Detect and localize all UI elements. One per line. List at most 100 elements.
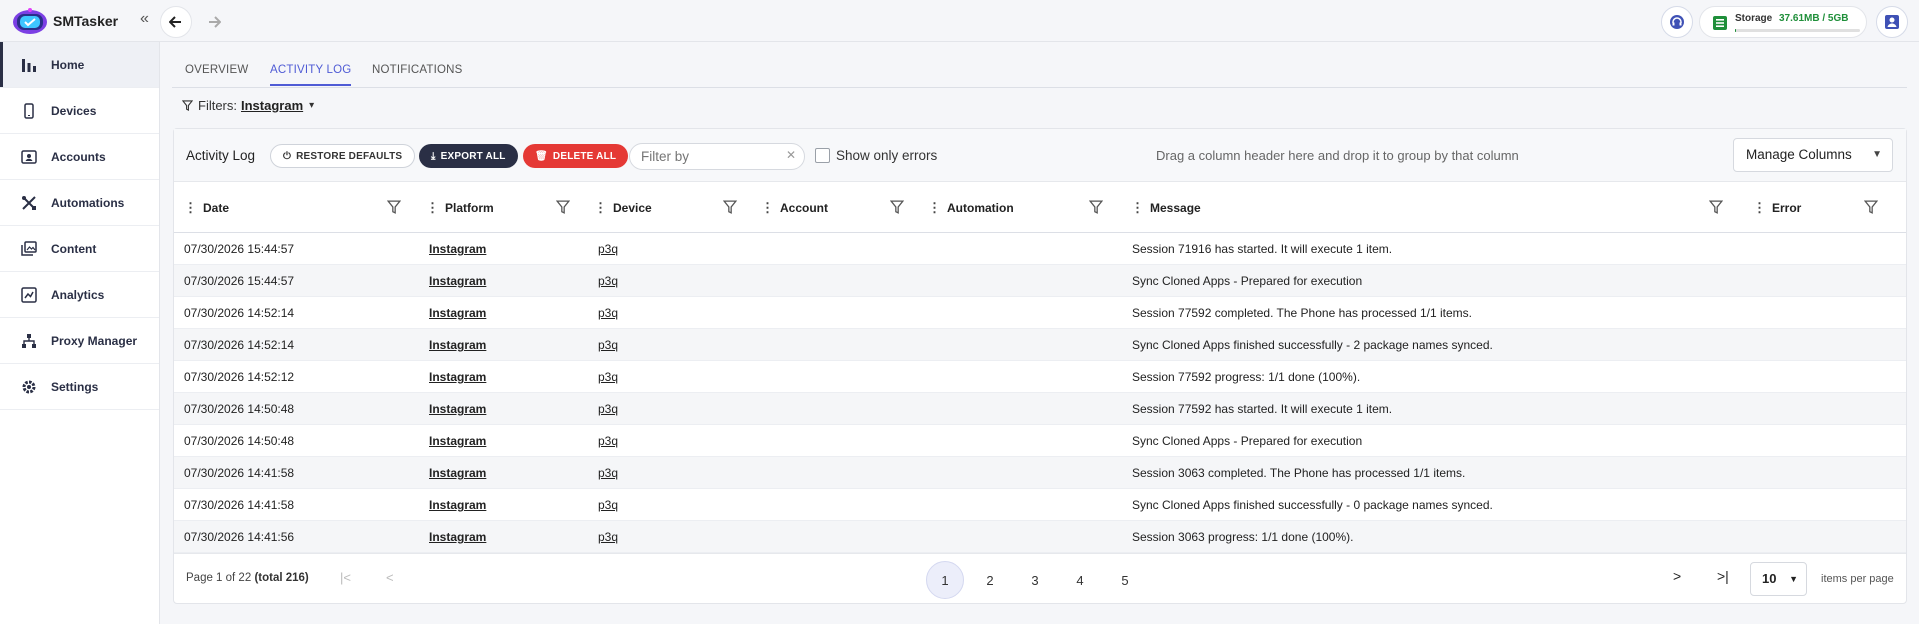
table-row[interactable]: 07/30/2026 14:41:58 Instagram p3q Sync C… <box>174 489 1906 521</box>
cell-device-link[interactable]: p3q <box>598 498 618 512</box>
table-row[interactable]: 07/30/2026 14:50:48 Instagram p3q Sessio… <box>174 393 1906 425</box>
filter-input[interactable] <box>629 143 805 170</box>
headset-icon <box>1670 15 1684 29</box>
table-row[interactable]: 07/30/2026 14:52:14 Instagram p3q Sync C… <box>174 329 1906 361</box>
sidebar-item-analytics[interactable]: Analytics <box>0 272 159 318</box>
column-menu-icon[interactable]: ⋮ <box>761 200 774 216</box>
column-header-account[interactable]: ⋮ Account <box>761 182 828 233</box>
tab-overview[interactable]: OVERVIEW <box>185 64 248 76</box>
arrow-left-icon <box>169 16 181 28</box>
cell-device-link[interactable]: p3q <box>598 466 618 480</box>
chevron-down-icon[interactable]: ▾ <box>309 100 314 111</box>
cell-device-link[interactable]: p3q <box>598 242 618 256</box>
cell-date: 07/30/2026 14:41:56 <box>184 530 295 544</box>
column-menu-icon[interactable]: ⋮ <box>184 200 197 216</box>
cell-platform-link[interactable]: Instagram <box>429 498 486 512</box>
sidebar-item-settings[interactable]: Settings <box>0 364 159 410</box>
tab-notifications[interactable]: NOTIFICATIONS <box>372 64 463 76</box>
column-filter-icon[interactable] <box>1089 200 1103 214</box>
sidebar-item-home[interactable]: Home <box>0 42 159 88</box>
forward-button[interactable] <box>198 6 230 38</box>
clear-filter-icon[interactable]: ✕ <box>786 148 796 162</box>
app-logo[interactable]: SMTasker <box>12 7 118 35</box>
cell-platform-link[interactable]: Instagram <box>429 370 486 384</box>
show-only-errors-toggle[interactable]: Show only errors <box>815 148 937 163</box>
column-header-automation[interactable]: ⋮ Automation <box>928 182 1014 233</box>
app-name: SMTasker <box>53 13 119 29</box>
page-button-2[interactable]: 2 <box>971 561 1009 599</box>
back-button[interactable] <box>160 6 192 38</box>
column-filter-icon[interactable] <box>723 200 737 214</box>
column-menu-icon[interactable]: ⋮ <box>928 200 941 216</box>
column-filter-icon[interactable] <box>1864 200 1878 214</box>
page-button-1[interactable]: 1 <box>926 561 964 599</box>
collapse-sidebar-icon[interactable]: « <box>140 10 149 28</box>
manage-columns-dropdown[interactable]: Manage Columns ▼ <box>1733 138 1893 172</box>
table-row[interactable]: 07/30/2026 15:44:57 Instagram p3q Sync C… <box>174 265 1906 297</box>
column-filter-icon[interactable] <box>556 200 570 214</box>
filters-bar[interactable]: Filters: Instagram ▾ <box>182 98 314 113</box>
column-filter-icon[interactable] <box>890 200 904 214</box>
profile-button[interactable] <box>1876 6 1908 38</box>
sidebar-item-automations[interactable]: Automations <box>0 180 159 226</box>
page-button-5[interactable]: 5 <box>1106 561 1144 599</box>
column-menu-icon[interactable]: ⋮ <box>426 200 439 216</box>
column-header-message[interactable]: ⋮ Message <box>1131 182 1201 233</box>
column-header-device[interactable]: ⋮ Device <box>594 182 652 233</box>
filters-value[interactable]: Instagram <box>241 98 303 113</box>
cell-platform-link[interactable]: Instagram <box>429 242 486 256</box>
manage-columns-label: Manage Columns <box>1746 147 1852 162</box>
sidebar-item-content[interactable]: Content <box>0 226 159 272</box>
table-row[interactable]: 07/30/2026 14:52:12 Instagram p3q Sessio… <box>174 361 1906 393</box>
first-page-icon[interactable]: |< <box>340 570 351 585</box>
sidebar-item-label: Content <box>51 241 97 256</box>
column-filter-icon[interactable] <box>387 200 401 214</box>
items-per-page-select[interactable]: 10 ▼ <box>1750 562 1807 596</box>
trash-icon: 🗑 <box>535 150 548 162</box>
page-button-3[interactable]: 3 <box>1016 561 1054 599</box>
cell-platform-link[interactable]: Instagram <box>429 306 486 320</box>
page-button-4[interactable]: 4 <box>1061 561 1099 599</box>
storage-indicator[interactable]: Storage 37.61MB / 5GB <box>1699 6 1867 38</box>
cell-device-link[interactable]: p3q <box>598 530 618 544</box>
cell-platform-link[interactable]: Instagram <box>429 274 486 288</box>
cell-device-link[interactable]: p3q <box>598 434 618 448</box>
cell-platform-link[interactable]: Instagram <box>429 402 486 416</box>
cell-platform-link[interactable]: Instagram <box>429 466 486 480</box>
next-page-icon[interactable]: > <box>1673 568 1681 584</box>
cell-device-link[interactable]: p3q <box>598 370 618 384</box>
cell-device-link[interactable]: p3q <box>598 274 618 288</box>
table-row[interactable]: 07/30/2026 14:41:58 Instagram p3q Sessio… <box>174 457 1906 489</box>
table-row[interactable]: 07/30/2026 15:44:57 Instagram p3q Sessio… <box>174 233 1906 265</box>
cell-platform-link[interactable]: Instagram <box>429 434 486 448</box>
column-filter-icon[interactable] <box>1709 200 1723 214</box>
delete-all-button[interactable]: 🗑 DELETE ALL <box>523 144 629 168</box>
last-page-icon[interactable]: >| <box>1717 568 1729 584</box>
show-only-errors-checkbox[interactable] <box>815 148 830 163</box>
table-row[interactable]: 07/30/2026 14:50:48 Instagram p3q Sync C… <box>174 425 1906 457</box>
support-button[interactable] <box>1661 6 1693 38</box>
cell-platform-link[interactable]: Instagram <box>429 530 486 544</box>
column-header-platform[interactable]: ⋮ Platform <box>426 182 494 233</box>
cell-date: 07/30/2026 14:52:14 <box>184 306 295 320</box>
sidebar-item-accounts[interactable]: Accounts <box>0 134 159 180</box>
column-menu-icon[interactable]: ⋮ <box>594 200 607 216</box>
cell-device-link[interactable]: p3q <box>598 306 618 320</box>
cell-platform-link[interactable]: Instagram <box>429 338 486 352</box>
column-menu-icon[interactable]: ⋮ <box>1753 200 1766 216</box>
sidebar-item-proxy-manager[interactable]: Proxy Manager <box>0 318 159 364</box>
column-header-date[interactable]: ⋮ Date <box>184 182 229 233</box>
column-header-error[interactable]: ⋮ Error <box>1753 182 1801 233</box>
table-row[interactable]: 07/30/2026 14:41:56 Instagram p3q Sessio… <box>174 521 1906 553</box>
export-all-button[interactable]: ⤓ EXPORT ALL <box>419 144 518 168</box>
cell-device-link[interactable]: p3q <box>598 402 618 416</box>
sidebar-item-devices[interactable]: Devices <box>0 88 159 134</box>
restore-defaults-button[interactable]: ⏻ RESTORE DEFAULTS <box>270 144 416 168</box>
table-row[interactable]: 07/30/2026 14:52:14 Instagram p3q Sessio… <box>174 297 1906 329</box>
tab-activity-log[interactable]: ACTIVITY LOG <box>270 64 352 86</box>
group-by-hint[interactable]: Drag a column header here and drop it to… <box>1156 148 1519 163</box>
cell-device-link[interactable]: p3q <box>598 338 618 352</box>
prev-page-icon[interactable]: < <box>386 570 394 585</box>
column-menu-icon[interactable]: ⋮ <box>1131 200 1144 216</box>
cell-date: 07/30/2026 14:52:14 <box>184 338 295 352</box>
